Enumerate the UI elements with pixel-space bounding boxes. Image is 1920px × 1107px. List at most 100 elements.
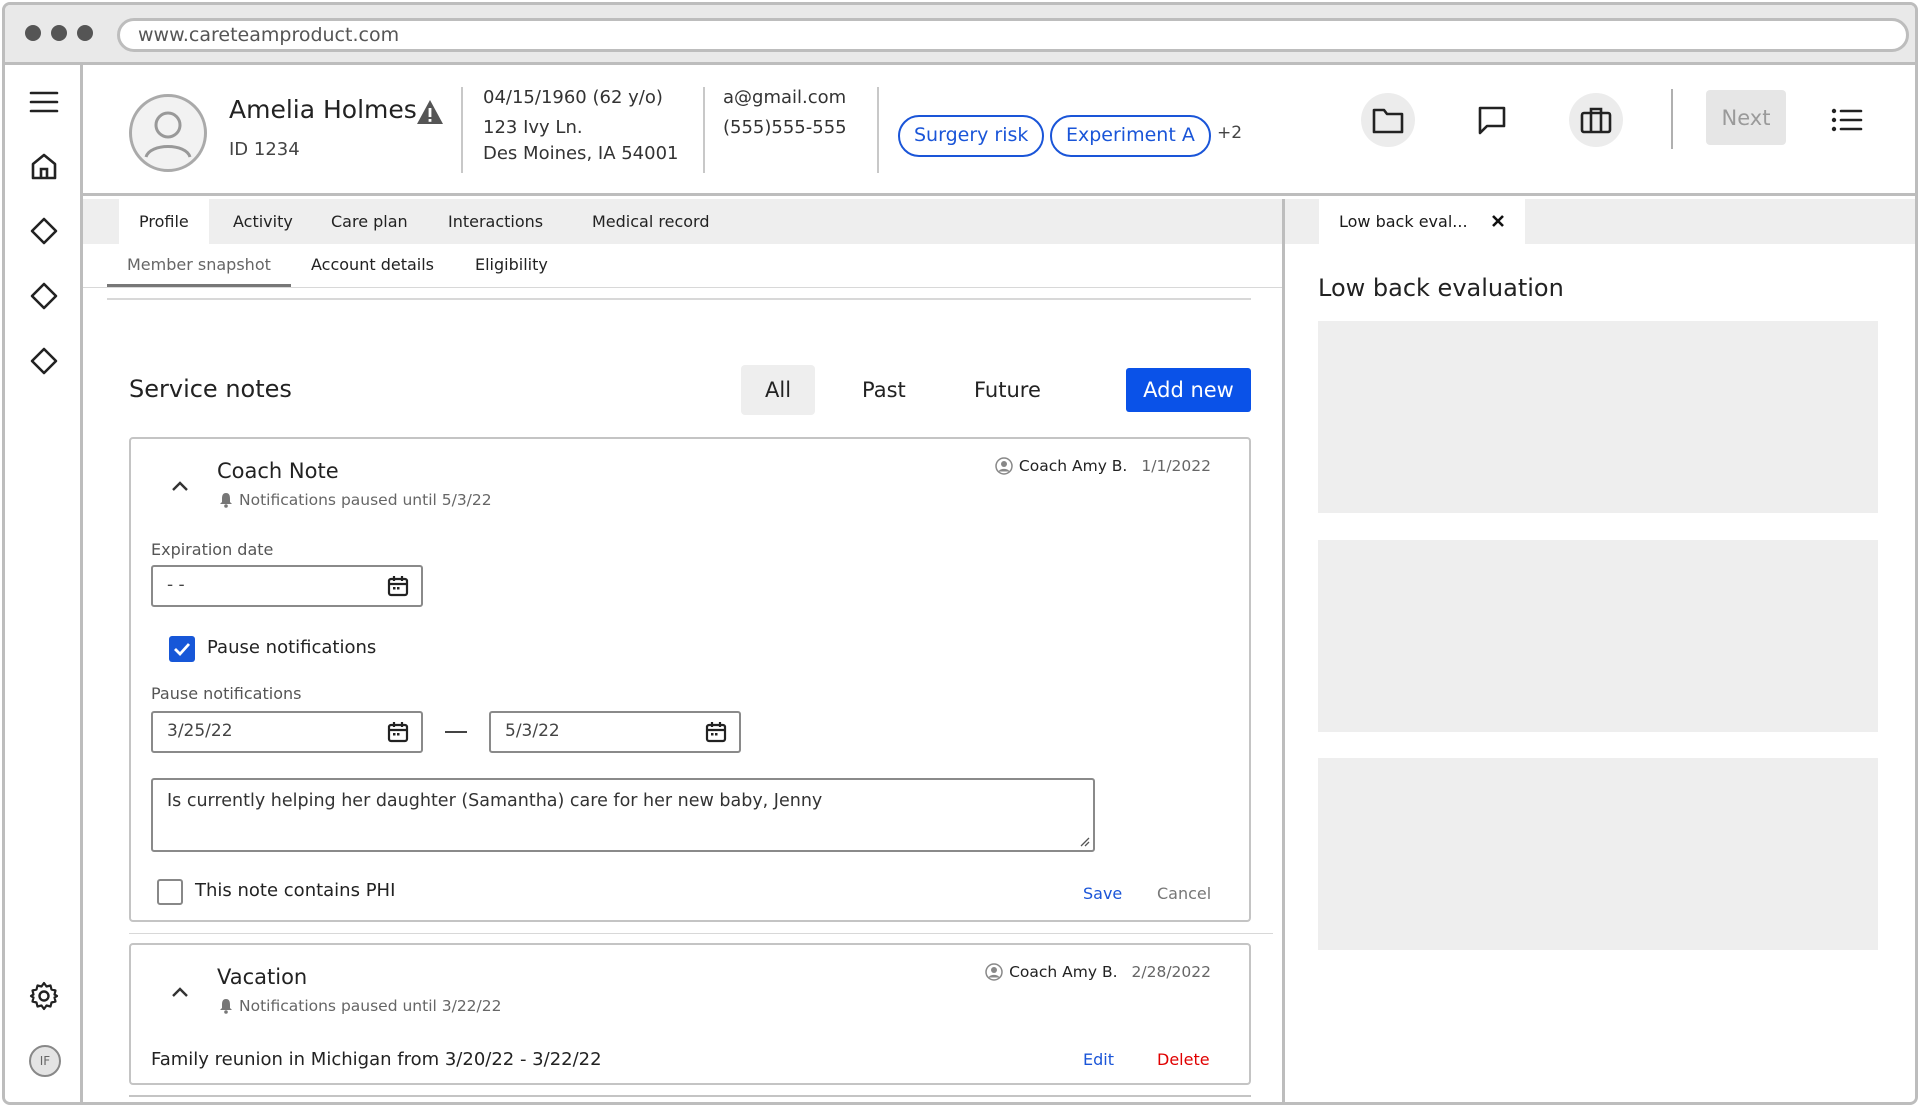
warning-icon[interactable] (416, 99, 444, 129)
list-icon (1831, 108, 1863, 132)
filter-past[interactable]: Past (838, 365, 930, 415)
window-close-dot[interactable] (25, 25, 41, 41)
note-title: Vacation (217, 965, 308, 989)
tag-surgery-risk[interactable]: Surgery risk (898, 115, 1045, 157)
tab-activity[interactable]: Activity (213, 199, 313, 244)
side-panel-title: Low back evaluation (1318, 274, 1564, 302)
calendar-icon (705, 722, 727, 743)
settings-gear-icon[interactable] (27, 979, 61, 1013)
paused-notice: Notifications paused until 3/22/22 (219, 997, 502, 1015)
member-address-line1: 123 Ivy Ln. (483, 117, 583, 138)
subtab-eligibility[interactable]: Eligibility (455, 243, 568, 287)
pause-end-value: 5/3/22 (505, 721, 560, 741)
main-tabs: Profile Activity Care plan Interactions … (83, 199, 1282, 244)
member-address-line2: Des Moines, IA 54001 (483, 143, 679, 164)
next-button[interactable]: Next (1706, 90, 1786, 145)
diamond-icon[interactable] (27, 214, 61, 248)
pause-notifications-label: Pause notifications (207, 637, 377, 658)
save-link[interactable]: Save (1083, 884, 1122, 903)
note-date: 2/28/2022 (1131, 963, 1211, 981)
divider (461, 87, 463, 173)
content-placeholder (1318, 321, 1878, 513)
member-name: Amelia Holmes (229, 95, 417, 124)
paused-notice-text: Notifications paused until 5/3/22 (239, 491, 492, 509)
bell-icon (220, 999, 232, 1014)
menu-icon[interactable] (27, 85, 61, 119)
delete-link[interactable]: Delete (1157, 1050, 1210, 1069)
chevron-up-icon[interactable] (171, 477, 189, 496)
member-demographics: 04/15/1960 (62 y/o) 123 Ivy Ln. Des Moin… (483, 85, 679, 167)
bell-icon (220, 493, 232, 508)
message-button[interactable] (1465, 93, 1519, 147)
filter-future[interactable]: Future (950, 365, 1065, 415)
phi-checkbox[interactable] (157, 879, 183, 905)
member-email: a@gmail.com (723, 87, 847, 108)
content-placeholder (1318, 758, 1878, 950)
service-note-card: Coach Note Notifications paused until 5/… (129, 437, 1251, 922)
note-author: Coach Amy B. (1009, 963, 1118, 981)
member-phone: (555)555-555 (723, 117, 847, 138)
user-avatar[interactable]: IF (29, 1045, 61, 1077)
member-id: ID 1234 (229, 139, 300, 160)
divider (107, 298, 1251, 300)
note-date: 1/1/2022 (1141, 457, 1211, 475)
side-panel-tab[interactable]: Low back eval... (1319, 199, 1525, 244)
divider (877, 87, 879, 173)
list-menu-button[interactable] (1820, 93, 1874, 147)
pause-range-label: Pause notifications (151, 684, 302, 703)
member-dob: 04/15/1960 (62 y/o) (483, 87, 663, 108)
note-textarea[interactable]: Is currently helping her daughter (Saman… (151, 778, 1095, 852)
pause-notifications-checkbox[interactable] (169, 636, 195, 662)
tab-care-plan[interactable]: Care plan (311, 199, 428, 244)
url-bar[interactable]: www.careteamproduct.com (117, 18, 1909, 52)
diamond-icon[interactable] (27, 344, 61, 378)
cancel-link[interactable]: Cancel (1157, 884, 1211, 903)
filter-all[interactable]: All (741, 365, 816, 415)
member-contact: a@gmail.com (555)555-555 (723, 85, 847, 141)
close-icon[interactable] (1491, 200, 1505, 245)
left-nav-rail: IF (5, 65, 83, 1102)
note-meta: Coach Amy B. 2/28/2022 (985, 963, 1211, 981)
divider (703, 87, 705, 173)
more-tags-count[interactable]: +2 (1217, 123, 1242, 143)
note-text: Is currently helping her daughter (Saman… (167, 791, 823, 811)
expiration-date-input[interactable]: - - (151, 565, 423, 607)
browser-toolbar: www.careteamproduct.com (5, 5, 1915, 65)
subtab-account-details[interactable]: Account details (291, 243, 454, 287)
add-new-button[interactable]: Add new (1126, 368, 1251, 412)
home-icon[interactable] (27, 149, 61, 183)
window-minimize-dot[interactable] (51, 25, 67, 41)
checkmark-icon (174, 643, 191, 657)
note-meta: Coach Amy B. 1/1/2022 (995, 457, 1211, 475)
edit-link[interactable]: Edit (1083, 1050, 1114, 1069)
paused-notice-text: Notifications paused until 3/22/22 (239, 997, 502, 1015)
pause-start-input[interactable]: 3/25/22 (151, 711, 423, 753)
note-title: Coach Note (217, 459, 339, 483)
tab-interactions[interactable]: Interactions (428, 199, 563, 244)
side-panel-tab-label: Low back eval... (1339, 212, 1468, 231)
note-text: Family reunion in Michigan from 3/20/22 … (151, 1049, 602, 1070)
chevron-up-icon[interactable] (171, 983, 189, 1002)
tag-experiment-a[interactable]: Experiment A (1050, 115, 1211, 157)
coach-avatar-icon (985, 963, 1003, 981)
divider (129, 933, 1273, 934)
expiration-date-value: - - (167, 575, 185, 595)
paused-notice: Notifications paused until 5/3/22 (219, 491, 492, 509)
briefcase-button[interactable] (1569, 93, 1623, 147)
side-panel-tabs: Low back eval... (1285, 199, 1915, 244)
tab-profile[interactable]: Profile (119, 199, 209, 244)
coach-avatar-icon (995, 457, 1013, 475)
window-maximize-dot[interactable] (77, 25, 93, 41)
folder-button[interactable] (1361, 93, 1415, 147)
note-author: Coach Amy B. (1018, 457, 1128, 475)
folder-icon (1372, 108, 1404, 134)
side-panel: Low back eval... Low back evaluation (1282, 199, 1915, 1102)
service-note-card: Vacation Notifications paused until 3/22… (129, 943, 1251, 1085)
pause-end-input[interactable]: 5/3/22 (489, 711, 741, 753)
calendar-icon (387, 576, 409, 597)
tab-medical-record[interactable]: Medical record (572, 199, 730, 244)
expiration-date-label: Expiration date (151, 540, 274, 559)
diamond-icon[interactable] (27, 279, 61, 313)
subtab-member-snapshot[interactable]: Member snapshot (107, 243, 291, 287)
phi-label: This note contains PHI (195, 880, 396, 901)
